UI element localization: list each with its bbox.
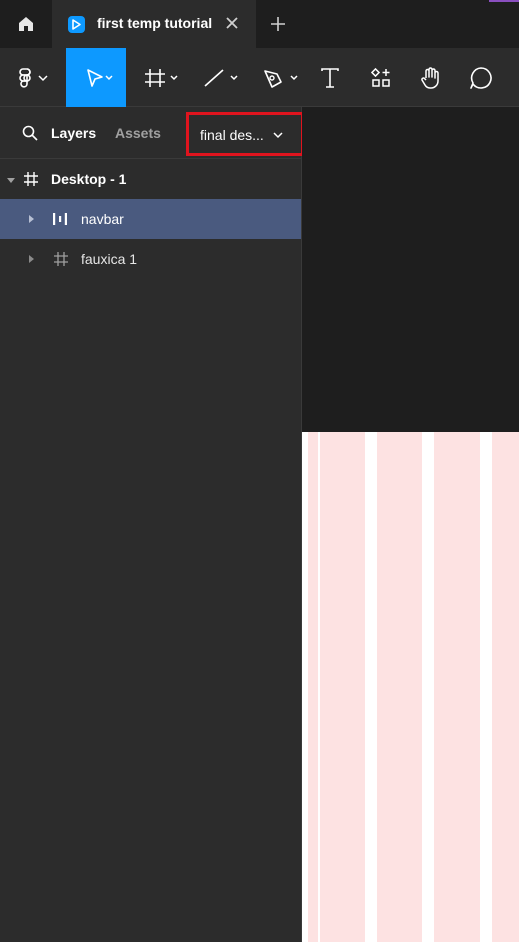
layers-panel: Layers Assets final des... Desktop - 1 n… (0, 107, 304, 942)
tab-assets[interactable]: Assets (115, 125, 161, 141)
page-selector-label: final des... (200, 127, 264, 143)
layer-row[interactable]: navbar (0, 199, 301, 239)
pen-tool-button[interactable] (256, 48, 304, 107)
pointer-icon (87, 68, 113, 87)
text-icon (321, 67, 339, 88)
desktop-frame[interactable] (302, 432, 519, 942)
canvas[interactable] (302, 107, 519, 942)
auto-layout-icon (53, 213, 67, 225)
layout-grid-column (320, 432, 365, 942)
panel-header: Layers Assets final des... (0, 107, 304, 159)
tab-title: first temp tutorial (97, 15, 213, 31)
frame-icon (145, 68, 178, 87)
home-button[interactable] (0, 0, 52, 48)
caret-right-icon[interactable] (27, 255, 35, 263)
resources-tool-button[interactable] (362, 48, 402, 107)
file-tab[interactable]: first temp tutorial (52, 0, 256, 48)
layer-row[interactable]: Desktop - 1 (0, 159, 301, 199)
resources-icon (371, 67, 390, 87)
frame-icon (24, 172, 38, 186)
plus-icon[interactable] (268, 14, 288, 34)
caret-right-icon[interactable] (27, 215, 35, 223)
layer-label: Desktop - 1 (51, 171, 127, 187)
search-icon[interactable] (22, 125, 38, 141)
layout-grid-column (377, 432, 422, 942)
tab-bar: first temp tutorial (0, 0, 519, 48)
window-accent (489, 0, 519, 2)
toolbar (0, 48, 519, 107)
line-icon (204, 68, 238, 87)
layout-grid-column (492, 432, 519, 942)
comment-icon (470, 66, 492, 89)
layout-grid-column (434, 432, 480, 942)
move-tool-button[interactable] (66, 48, 126, 107)
page-selector[interactable]: final des... (186, 112, 304, 156)
frame-tool-button[interactable] (136, 48, 184, 107)
hand-icon (421, 66, 439, 89)
main-menu-button[interactable] (8, 48, 56, 107)
figma-logo-icon (19, 67, 48, 88)
tab-layers[interactable]: Layers (51, 125, 96, 141)
close-icon[interactable] (224, 15, 240, 31)
home-icon (19, 17, 33, 31)
layer-row[interactable]: fauxica 1 (0, 239, 301, 279)
hand-tool-button[interactable] (410, 48, 452, 107)
file-icon (68, 16, 85, 33)
line-tool-button[interactable] (196, 48, 244, 107)
caret-down-icon[interactable] (7, 176, 15, 184)
layer-label: fauxica 1 (81, 251, 138, 267)
layer-label: navbar (81, 211, 124, 227)
layout-grid-column (308, 432, 318, 942)
comment-tool-button[interactable] (460, 48, 502, 107)
pen-icon (264, 69, 298, 88)
text-tool-button[interactable] (310, 48, 350, 107)
frame-icon (54, 252, 68, 266)
chevron-down-icon (273, 132, 283, 139)
